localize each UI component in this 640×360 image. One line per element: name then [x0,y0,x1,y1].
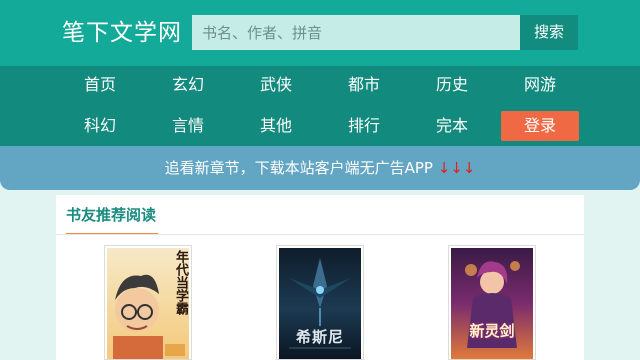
banner-text: 追看新章节，下载本站客户端无广告APP [164,159,433,177]
login-button[interactable]: 登录 [501,111,579,141]
divider [56,234,584,235]
book-card[interactable]: 新灵剑 [448,245,536,360]
search-input[interactable] [192,15,520,50]
recommend-title: 书友推荐阅读 [66,205,159,235]
book-cover-image[interactable]: 新灵剑 [451,248,533,359]
site-logo[interactable]: 笔下文学网 [62,14,182,52]
nav-item-wuxia[interactable]: 武侠 [236,70,316,100]
search-button[interactable]: 搜索 [520,15,578,50]
nav-item-xuanhuan[interactable]: 玄幻 [148,70,228,100]
hero-character-icon [465,261,520,348]
book-card[interactable]: 希斯尼 [276,245,364,360]
nav-item-wangyou[interactable]: 网游 [500,70,580,100]
book-cover-image[interactable]: 年代当学霸 [107,248,189,359]
nav-item-home[interactable]: 首页 [60,70,140,100]
nav-item-yanqing[interactable]: 言情 [148,111,228,141]
book-cover-image[interactable]: 希斯尼 [279,248,361,359]
nav-item-paihang[interactable]: 排行 [324,111,404,141]
book-cover-title: 年代当学霸 [173,250,188,315]
nav-item-lishi[interactable]: 历史 [412,70,492,100]
nav-item-dushi[interactable]: 都市 [324,70,404,100]
app-download-banner[interactable]: 追看新章节，下载本站客户端无广告APP ↓↓↓ [0,146,640,190]
nav-item-wanben[interactable]: 完本 [412,111,492,141]
nav-item-kehuan[interactable]: 科幻 [60,111,140,141]
nav-item-qita[interactable]: 其他 [236,111,316,141]
recommend-panel: 书友推荐阅读 年代当学霸 希斯尼 新灵剑 [56,195,584,360]
book-cover-title: 希斯尼 [295,328,344,346]
book-cover-title: 新灵剑 [469,322,515,340]
down-arrows-icon: ↓↓↓ [437,159,476,177]
site-header: 笔下文学网 搜索 [0,0,640,66]
category-nav: 首页 玄幻 武侠 都市 历史 网游 科幻 言情 其他 排行 完本 登录 [0,66,640,146]
book-card[interactable]: 年代当学霸 [104,245,192,360]
